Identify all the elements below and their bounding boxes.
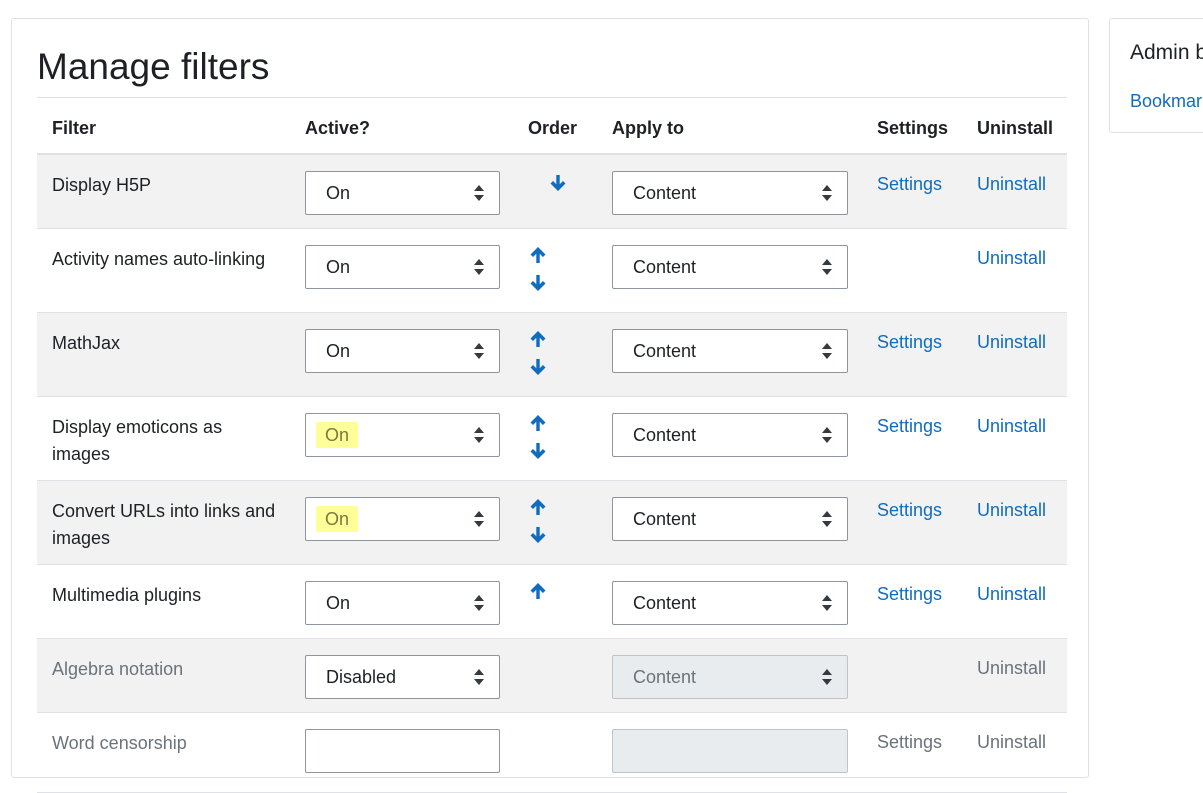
uninstall-link[interactable]: Uninstall [977,732,1046,753]
header-active: Active? [305,118,371,138]
header-uninstall: Uninstall [977,118,1054,138]
filter-name: Display emoticons as images [52,417,223,464]
sort-caret-icon [822,595,832,611]
uninstall-link[interactable]: Uninstall [977,248,1046,269]
arrow-down-icon[interactable] [529,274,547,292]
sort-caret-icon [822,343,832,359]
sort-caret-icon [822,259,832,275]
settings-link[interactable]: Settings [877,500,942,521]
uninstall-link[interactable]: Uninstall [977,500,1046,521]
apply-to-select[interactable]: Content [612,413,848,457]
manage-filters-card: Manage filters Filter Active? Order Appl… [11,18,1089,793]
table-row: Multimedia plugins On Content Settings Unins… [37,565,1067,639]
active-select[interactable]: On [305,581,500,625]
settings-link[interactable]: Settings [877,174,942,195]
header-settings: Settings [877,118,949,138]
active-select[interactable] [305,729,500,773]
table-header: Filter Active? Order Apply to Settings U… [37,98,1067,155]
active-select-value: On [326,593,351,613]
active-select-value: On [316,506,359,532]
active-select-value: On [326,183,351,203]
apply-to-select: Content [612,655,848,699]
table-row: Word censorship Settings Uninstall [37,713,1067,793]
arrow-down-icon[interactable] [549,174,567,192]
filter-name: Multimedia plugins [52,585,202,605]
arrow-down-icon[interactable] [529,442,547,460]
settings-link[interactable]: Settings [877,332,942,353]
table-row: Activity names auto-linking On Content Unin… [37,229,1067,313]
admin-bookmarks-title: Admin bookmarks [1130,41,1203,64]
uninstall-link[interactable]: Uninstall [977,658,1046,679]
page-title: Manage filters [37,46,270,87]
active-select[interactable]: On [305,413,500,457]
table-row: Display emoticons as images On Content Sett… [37,397,1067,481]
sort-caret-icon [822,669,832,685]
apply-to-select[interactable]: Content [612,329,848,373]
sort-caret-icon [474,669,484,685]
apply-to-select[interactable]: Content [612,245,848,289]
active-select-value: On [326,257,351,277]
active-select-value: On [326,341,351,361]
sort-caret-icon [822,427,832,443]
header-filter: Filter [52,118,97,138]
sort-caret-icon [474,343,484,359]
active-select[interactable]: Disabled [305,655,500,699]
table-row: Convert URLs into links and images On Cont… [37,481,1067,565]
sort-caret-icon [474,595,484,611]
sort-caret-icon [822,511,832,527]
filter-name: Word censorship [52,733,187,753]
apply-to-select-value: Content [633,593,697,613]
sort-caret-icon [822,185,832,201]
settings-link[interactable]: Settings [877,416,942,437]
table-row: MathJax On Content Settings Uninstall [37,313,1067,397]
active-select-value: On [316,422,359,448]
arrow-up-icon[interactable] [529,414,547,432]
apply-to-select-value: Content [633,425,697,445]
filter-name: Algebra notation [52,659,184,679]
header-apply-to: Apply to [612,118,684,138]
active-select[interactable]: On [305,171,500,215]
arrow-down-icon[interactable] [529,526,547,544]
filters-table: Filter Active? Order Apply to Settings U… [37,98,1067,793]
active-select[interactable]: On [305,329,500,373]
arrow-up-icon[interactable] [529,582,547,600]
apply-to-select-value: Content [633,341,697,361]
filter-name: Convert URLs into links and images [52,501,276,548]
arrow-down-icon[interactable] [529,358,547,376]
active-select-value: Disabled [326,667,397,687]
settings-link: Settings [877,732,943,752]
arrow-up-icon[interactable] [529,330,547,348]
bookmark-page-link[interactable]: Bookmark this page [1130,91,1203,112]
apply-to-select[interactable]: Content [612,171,848,215]
apply-to-select [612,729,848,773]
apply-to-select[interactable]: Content [612,581,848,625]
filter-name: Activity names auto-linking [52,249,266,269]
table-body: Display H5P On Content Settings Uninstall Act… [37,155,1067,793]
sort-caret-icon [474,185,484,201]
apply-to-select-value: Content [633,667,697,687]
apply-to-select-value: Content [633,183,697,203]
table-row: Algebra notation Disabled Content Uninstall [37,639,1067,713]
header-order: Order [528,118,578,138]
arrow-up-icon[interactable] [529,498,547,516]
uninstall-link[interactable]: Uninstall [977,174,1046,195]
sort-caret-icon [474,511,484,527]
uninstall-link[interactable]: Uninstall [977,584,1046,605]
filter-name: MathJax [52,333,121,353]
sort-caret-icon [474,427,484,443]
uninstall-link[interactable]: Uninstall [977,416,1046,437]
table-row: Display H5P On Content Settings Uninstall [37,155,1067,229]
admin-bookmarks-block: Admin bookmarks Bookmark this page [1109,18,1203,133]
active-select[interactable]: On [305,497,500,541]
arrow-up-icon[interactable] [529,246,547,264]
sort-caret-icon [474,259,484,275]
apply-to-select-value: Content [633,509,697,529]
apply-to-select[interactable]: Content [612,497,848,541]
settings-link[interactable]: Settings [877,584,942,605]
active-select[interactable]: On [305,245,500,289]
apply-to-select-value: Content [633,257,697,277]
filter-name: Display H5P [52,175,152,195]
uninstall-link[interactable]: Uninstall [977,332,1046,353]
